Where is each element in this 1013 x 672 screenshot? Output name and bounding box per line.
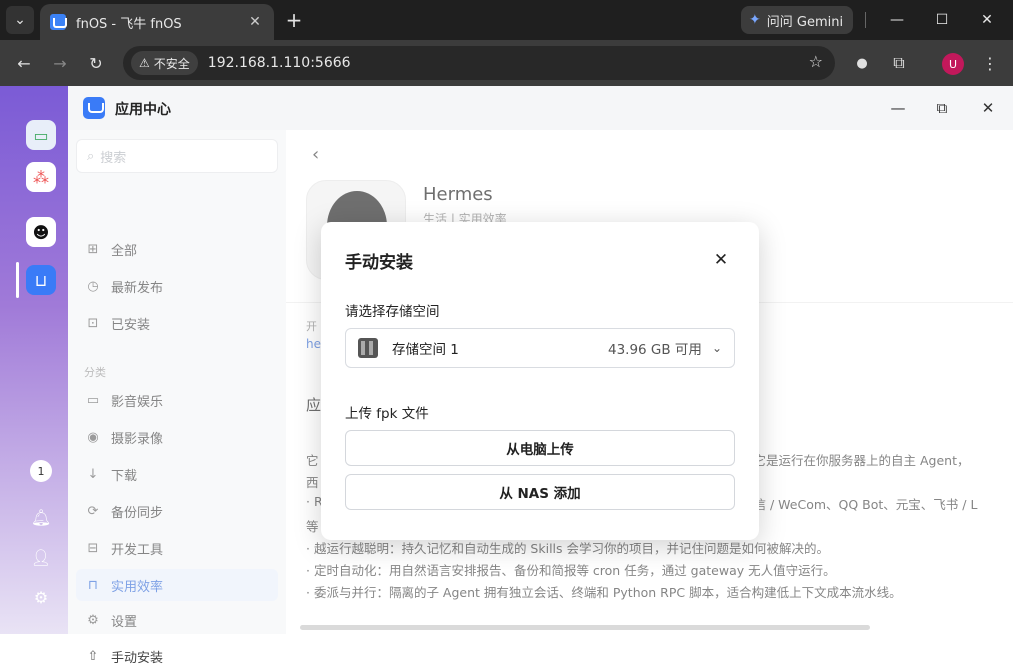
app-title: 应用中心	[115, 102, 171, 118]
security-chip[interactable]: ⚠ 不安全	[131, 51, 198, 75]
tab-bar: ⌄ fnOS - 飞牛 fnOS ✕ + ✦ 问问 Gemini — ☐ ✕	[0, 0, 1013, 40]
upload-label: 上传 fpk 文件	[345, 406, 429, 422]
tab-close-icon[interactable]: ✕	[246, 13, 264, 31]
bookmark-star-icon[interactable]: ☆	[809, 52, 823, 71]
apps-grid-icon[interactable]: ⁂	[26, 162, 56, 192]
close-icon[interactable]: ✕	[709, 248, 733, 272]
close-window-icon[interactable]: ✕	[970, 6, 1004, 34]
gemini-label: 问问 Gemini	[766, 14, 844, 30]
address-bar[interactable]: ⚠ 不安全 192.168.1.110:5666 ☆	[123, 46, 835, 80]
extensions-puzzle-icon[interactable]: ⧉	[885, 49, 913, 77]
badge-1-icon[interactable]: 1	[30, 460, 52, 482]
gemini-button[interactable]: ✦ 问问 Gemini	[741, 6, 853, 34]
kebab-menu-icon[interactable]: ⋮	[976, 49, 1004, 77]
url-text[interactable]: 192.168.1.110:5666	[208, 55, 351, 71]
new-tab-plus-icon[interactable]: +	[280, 6, 308, 34]
tab-title: fnOS - 飞牛 fnOS	[76, 16, 182, 32]
browser-tab[interactable]: fnOS - 飞牛 fnOS ✕	[40, 4, 274, 40]
maximize-icon[interactable]: ☐	[925, 6, 959, 34]
app-center-logo-icon	[83, 97, 105, 119]
monitor-icon[interactable]: ▭	[26, 120, 56, 150]
profile-avatar[interactable]: U	[942, 53, 964, 75]
upload-from-pc-button[interactable]: 从电脑上传	[345, 430, 735, 466]
browser-chrome: ⌄ fnOS - 飞牛 fnOS ✕ + ✦ 问问 Gemini — ☐ ✕ ←…	[0, 0, 1013, 86]
active-indicator	[16, 262, 19, 298]
tab-search-chevron-icon[interactable]: ⌄	[6, 6, 34, 34]
navigation-bar: ← → ↻ ⚠ 不安全 192.168.1.110:5666 ☆ ● ⧉ U ⋮	[0, 40, 1013, 86]
sidebar-item-label: 手动安装	[111, 650, 164, 666]
sidebar-item-manual-install[interactable]: ⇧ 手动安装	[76, 640, 278, 672]
app-maximize-icon[interactable]: ⧉	[930, 96, 954, 120]
storage-free: 43.96 GB 可用	[607, 342, 702, 358]
storage-label: 请选择存储空间	[345, 304, 440, 320]
upload-icon: ⇧	[87, 648, 99, 664]
settings-gear-icon[interactable]: ⚙	[26, 582, 56, 612]
app-close-icon[interactable]: ✕	[976, 96, 1000, 120]
back-arrow-icon[interactable]: ←	[10, 49, 38, 77]
divider	[865, 12, 866, 28]
gemini-sparkle-icon: ✦	[749, 12, 761, 28]
security-label: 不安全	[153, 56, 190, 71]
storage-select[interactable]: 存储空间 1 43.96 GB 可用 ⌄	[345, 328, 735, 368]
storage-name: 存储空间 1	[392, 342, 459, 358]
minimize-icon[interactable]: —	[880, 6, 914, 34]
avatar-app-icon[interactable]: ☻	[26, 217, 56, 247]
app-minimize-icon[interactable]: —	[886, 96, 910, 120]
user-icon[interactable]: 👤︎	[26, 542, 56, 572]
manual-install-dialog: 手动安装 ✕ 请选择存储空间 存储空间 1 43.96 GB 可用 ⌄ 上传 f…	[321, 222, 759, 540]
dock: ▭ ⁂ ☻ ⊔ 1 🔔︎ 👤︎ ⚙	[16, 86, 66, 634]
fnos-favicon-icon	[50, 14, 67, 30]
storage-disk-icon	[358, 338, 378, 358]
dialog-title: 手动安装	[345, 253, 413, 273]
app-center-icon[interactable]: ⊔	[26, 265, 56, 295]
chevron-down-icon: ⌄	[711, 341, 722, 355]
app-titlebar: 应用中心 — ⧉ ✕	[68, 86, 1013, 130]
bell-icon[interactable]: 🔔︎	[26, 502, 56, 532]
reload-icon[interactable]: ↻	[82, 49, 110, 77]
chat-bubble-icon[interactable]: ●	[848, 49, 876, 77]
forward-arrow-icon[interactable]: →	[46, 49, 74, 77]
warning-triangle-icon: ⚠	[139, 56, 150, 70]
add-from-nas-button[interactable]: 从 NAS 添加	[345, 474, 735, 510]
